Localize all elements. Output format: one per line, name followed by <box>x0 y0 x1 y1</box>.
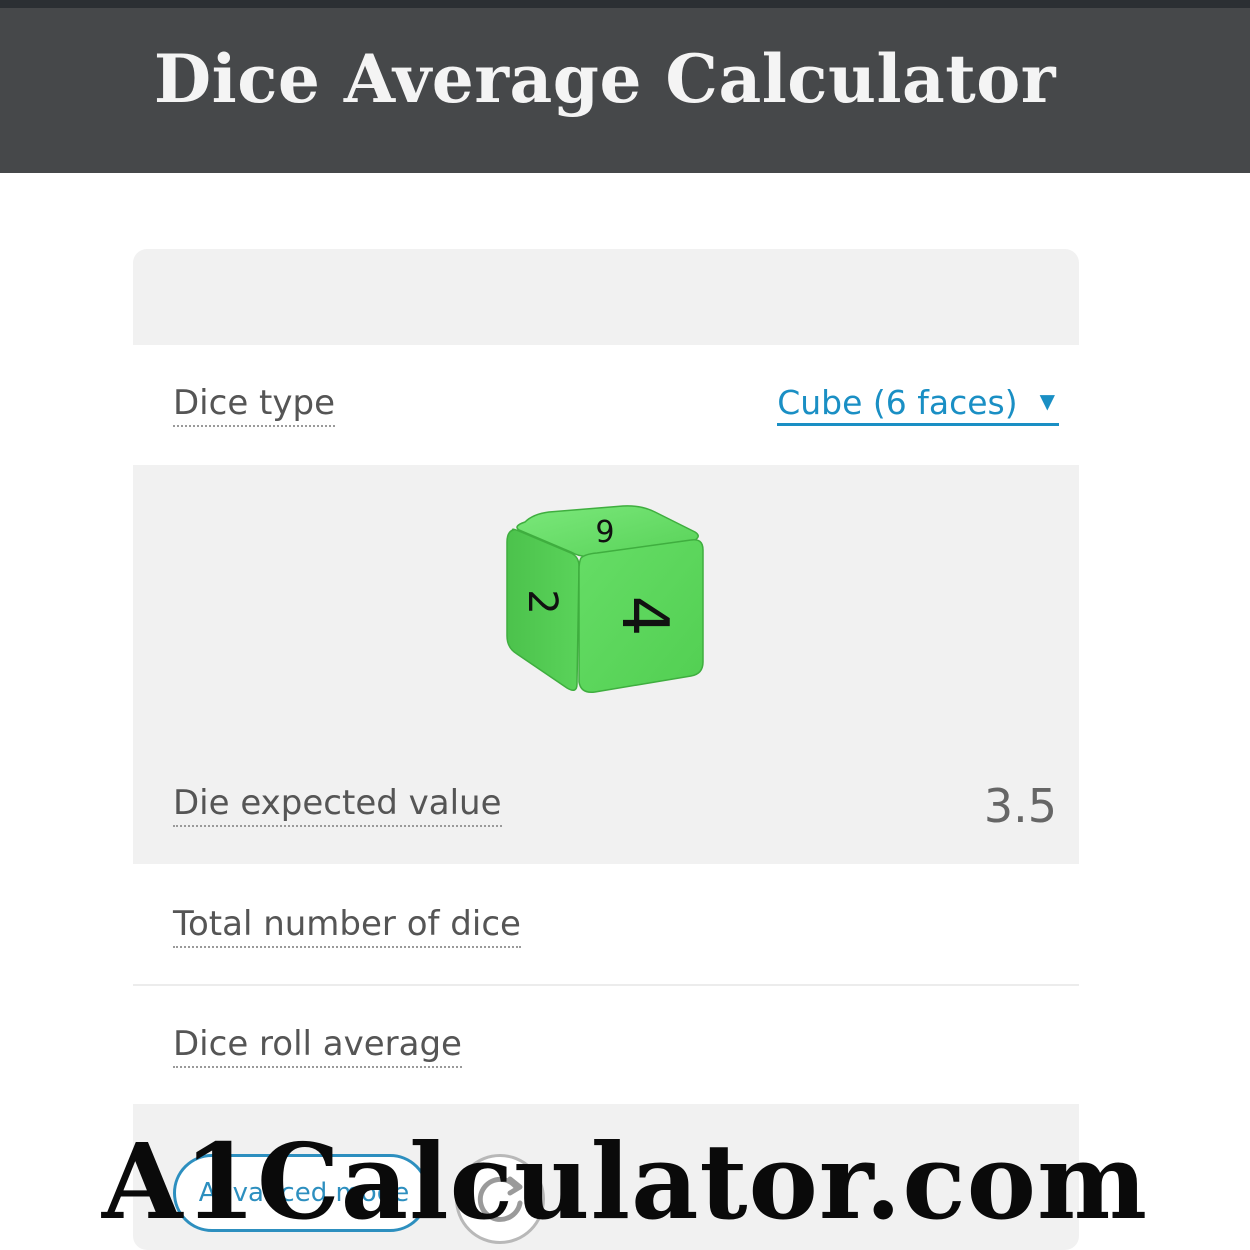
die-top-number: 6 <box>595 512 614 547</box>
dice-type-label[interactable]: Dice type <box>173 383 335 427</box>
dice-type-select[interactable]: Cube (6 faces) ▼ <box>777 381 1059 426</box>
cube-die-icon: 6 2 4 <box>506 505 704 694</box>
dice-roll-average-row: Dice roll average <box>133 986 1079 1104</box>
dice-type-selected-value: Cube (6 faces) <box>777 383 1018 422</box>
calculator-card: Dice type Cube (6 faces) ▼ 6 2 4 Die exp… <box>133 249 1079 1250</box>
die-illustration: 6 2 4 <box>505 504 705 694</box>
total-dice-label[interactable]: Total number of dice <box>173 904 521 948</box>
die-expected-value-output: 3.5 <box>983 779 1057 833</box>
die-expected-value-label[interactable]: Die expected value <box>173 783 502 827</box>
die-left-number: 2 <box>519 589 565 614</box>
total-dice-row[interactable]: Total number of dice <box>133 864 1079 984</box>
watermark-text: A1Calculator.com <box>101 1120 1149 1243</box>
die-front-number: 4 <box>607 596 681 637</box>
page-header: Dice Average Calculator <box>0 8 1250 173</box>
page-title: Dice Average Calculator <box>153 40 1057 118</box>
die-expected-value-row: Die expected value 3.5 <box>133 769 1079 864</box>
dice-type-row: Dice type Cube (6 faces) ▼ <box>133 345 1079 465</box>
top-strip <box>0 0 1250 8</box>
dice-roll-average-label[interactable]: Dice roll average <box>173 1024 462 1068</box>
caret-down-icon: ▼ <box>1039 389 1055 413</box>
